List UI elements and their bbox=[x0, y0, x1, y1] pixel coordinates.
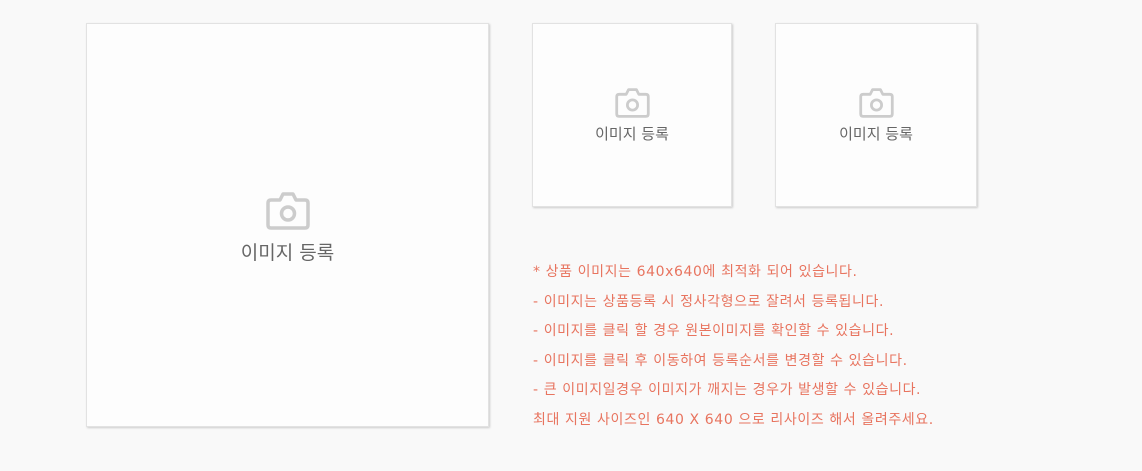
image-guidelines: * 상품 이미지는 640x640에 최적화 되어 있습니다. - 이미지는 상… bbox=[533, 258, 934, 435]
camera-icon bbox=[858, 88, 894, 118]
upload-label: 이미지 등록 bbox=[595, 125, 669, 143]
guideline-item: - 이미지를 클릭 후 이동하여 등록순서를 변경할 수 있습니다. bbox=[533, 352, 908, 369]
camera-icon bbox=[265, 191, 310, 230]
guideline-item: - 이미지를 클릭 할 경우 원본이미지를 확인할 수 있습니다. bbox=[533, 323, 895, 339]
main-image-upload[interactable]: 이미지 등록 bbox=[86, 23, 489, 427]
camera-icon bbox=[614, 88, 650, 118]
guideline-item: - 이미지는 상품등록 시 정사각형으로 잘려서 등록됩니다. bbox=[533, 293, 885, 310]
guideline-item: 최대 지원 사이즈인 640 X 640 으로 리사이즈 해서 올려주세요. bbox=[533, 411, 934, 428]
sub-image-upload-1[interactable]: 이미지 등록 bbox=[532, 23, 732, 207]
upload-label: 이미지 등록 bbox=[240, 241, 335, 264]
guideline-item: * 상품 이미지는 640x640에 최적화 되어 있습니다. bbox=[533, 264, 858, 280]
upload-label: 이미지 등록 bbox=[839, 125, 913, 143]
sub-image-upload-2[interactable]: 이미지 등록 bbox=[775, 23, 977, 207]
guideline-item: - 큰 이미지일경우 이미지가 깨지는 경우가 발생할 수 있습니다. bbox=[533, 382, 922, 398]
